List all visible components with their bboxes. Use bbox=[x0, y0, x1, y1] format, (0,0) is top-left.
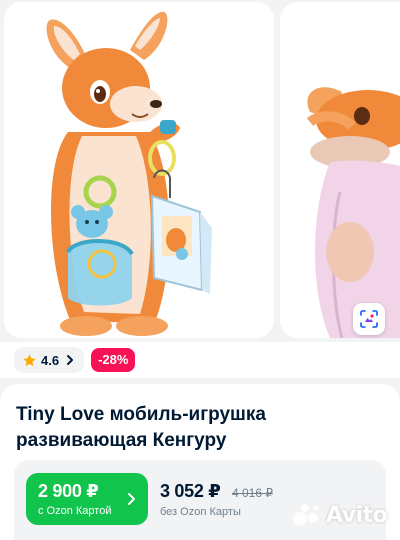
ozon-card-price-button[interactable]: 2 900 ₽ с Ozon Картой bbox=[26, 473, 148, 525]
old-price: 4 016 ₽ bbox=[232, 486, 273, 500]
baby-with-kangaroo-illustration bbox=[280, 2, 400, 338]
star-icon bbox=[22, 353, 37, 368]
image-search-button[interactable] bbox=[353, 303, 385, 335]
chevron-right-icon bbox=[127, 492, 136, 506]
avito-logo-icon bbox=[292, 502, 322, 528]
rating-value: 4.6 bbox=[41, 352, 60, 368]
rating-row: 4.6 -28% bbox=[0, 342, 400, 378]
kangaroo-toy-illustration bbox=[4, 2, 274, 338]
ozon-card-price: 2 900 ₽ bbox=[38, 481, 99, 501]
product-image-carousel[interactable] bbox=[0, 0, 400, 342]
product-title: Tiny Love мобиль-игрушка развивающая Кен… bbox=[16, 404, 266, 451]
regular-price-label: без Ozon Карты bbox=[160, 506, 241, 518]
image-search-icon bbox=[360, 310, 378, 328]
chevron-right-icon bbox=[65, 354, 75, 366]
regular-price: 3 052 ₽ bbox=[160, 481, 221, 501]
rating-button[interactable]: 4.6 bbox=[14, 347, 85, 373]
product-image-2[interactable] bbox=[280, 2, 400, 338]
discount-badge: -28% bbox=[91, 348, 136, 372]
ozon-card-price-label: с Ozon Картой bbox=[38, 505, 112, 517]
avito-watermark: Avito bbox=[292, 500, 388, 530]
product-image-1[interactable] bbox=[4, 2, 274, 338]
avito-watermark-text: Avito bbox=[326, 502, 388, 528]
